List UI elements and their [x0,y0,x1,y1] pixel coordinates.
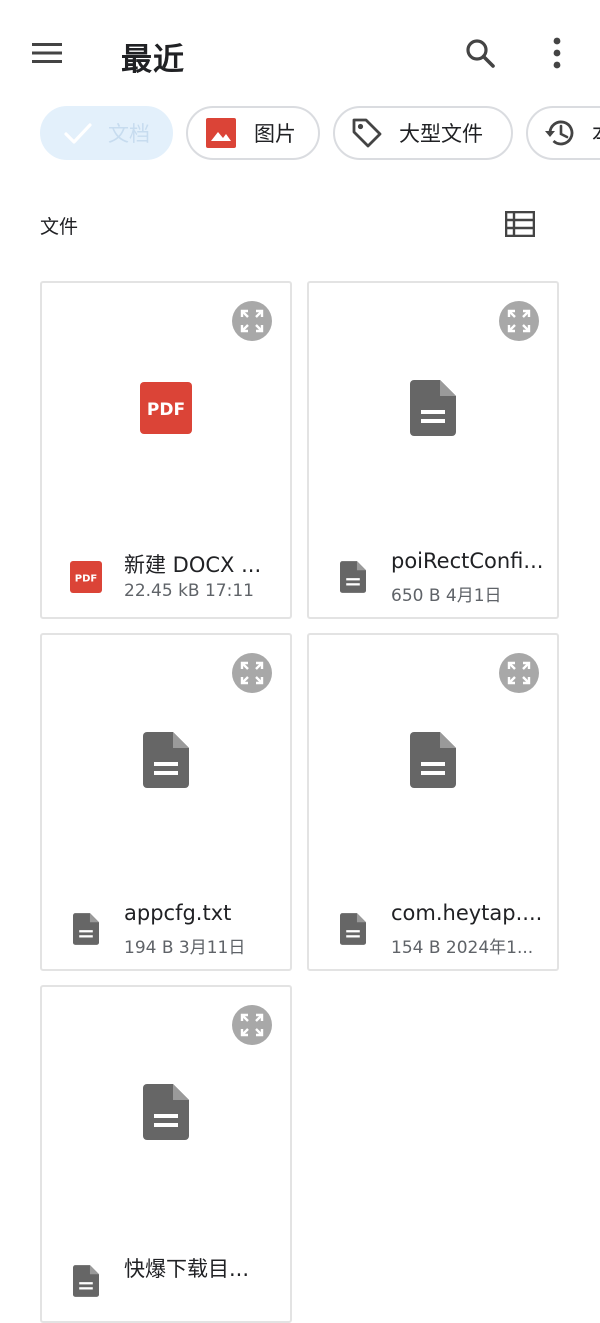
expand-icon [507,661,531,685]
view-toggle-button[interactable] [498,202,542,246]
app-bar: 最近 [0,0,600,108]
expand-preview-button[interactable] [499,653,539,693]
page-title: 最近 [121,42,185,78]
expand-preview-button[interactable] [499,301,539,341]
file-name: poiRectConfi... [391,549,544,573]
file-meta: PDF 新建 DOCX ... 22.45 kB 17:11 [42,545,290,605]
file-thumbnail: PDF [42,373,290,443]
search-icon [466,39,495,68]
chip-images[interactable]: 图片 [186,106,320,160]
file-meta: com.heytap.... 154 B 2024年1... [309,897,557,958]
tag-icon [349,116,385,150]
more-vert-icon [553,37,561,69]
file-info: 650 B 4月1日 [391,586,502,606]
file-thumbnail [309,725,557,795]
chip-history[interactable]: 本 [526,106,600,160]
search-button[interactable] [455,30,505,76]
document-icon [69,911,103,947]
pdf-icon: PDF [69,559,103,595]
file-meta: appcfg.txt 194 B 3月11日 [42,897,290,958]
filter-chips: 文档 图片 大型文件 本 [0,106,600,162]
document-icon [143,732,189,788]
chip-large-files-label: 大型文件 [399,122,483,146]
list-view-icon [505,211,535,237]
menu-icon [32,43,62,63]
chip-history-label: 本 [592,118,600,148]
document-icon [410,732,456,788]
history-icon [542,116,578,150]
file-name: 快爆下载目... [124,1257,250,1281]
expand-icon [240,309,264,333]
pdf-icon: PDF [140,382,192,434]
file-card[interactable]: PDF PDF 新建 DOCX ... 22.45 kB 17:11 [40,281,292,619]
chip-large-files[interactable]: 大型文件 [333,106,513,160]
file-meta: poiRectConfi... 650 B 4月1日 [309,545,557,606]
expand-icon [507,309,531,333]
chip-documents-label: 文档 [108,122,150,146]
file-card[interactable]: appcfg.txt 194 B 3月11日 [40,633,292,971]
expand-icon [240,1013,264,1037]
more-options-button[interactable] [532,30,582,76]
document-icon [410,380,456,436]
file-info: 154 B 2024年1... [391,938,534,958]
file-thumbnail [42,725,290,795]
expand-icon [240,661,264,685]
file-meta: 快爆下载目... [42,1249,290,1309]
file-name: 新建 DOCX ... [124,553,262,577]
svg-text:PDF: PDF [147,400,185,420]
expand-preview-button[interactable] [232,653,272,693]
file-card[interactable]: 快爆下载目... [40,985,292,1323]
file-card[interactable]: com.heytap.... 154 B 2024年1... [307,633,559,971]
file-card[interactable]: poiRectConfi... 650 B 4月1日 [307,281,559,619]
file-info: 194 B 3月11日 [124,938,246,958]
chip-documents[interactable]: 文档 [40,106,173,160]
expand-preview-button[interactable] [232,301,272,341]
check-icon [62,121,94,145]
document-icon [336,559,370,595]
file-info: 22.45 kB 17:11 [124,581,254,601]
document-icon [143,1084,189,1140]
file-thumbnail [42,1077,290,1147]
document-icon [336,911,370,947]
image-icon [205,118,237,148]
file-name: com.heytap.... [391,901,543,925]
section-title: 文件 [40,216,79,238]
document-icon [69,1263,103,1299]
svg-text:PDF: PDF [75,574,97,585]
chip-images-label: 图片 [254,122,296,146]
file-thumbnail [309,373,557,443]
file-name: appcfg.txt [124,901,232,925]
menu-button[interactable] [22,30,72,76]
expand-preview-button[interactable] [232,1005,272,1045]
